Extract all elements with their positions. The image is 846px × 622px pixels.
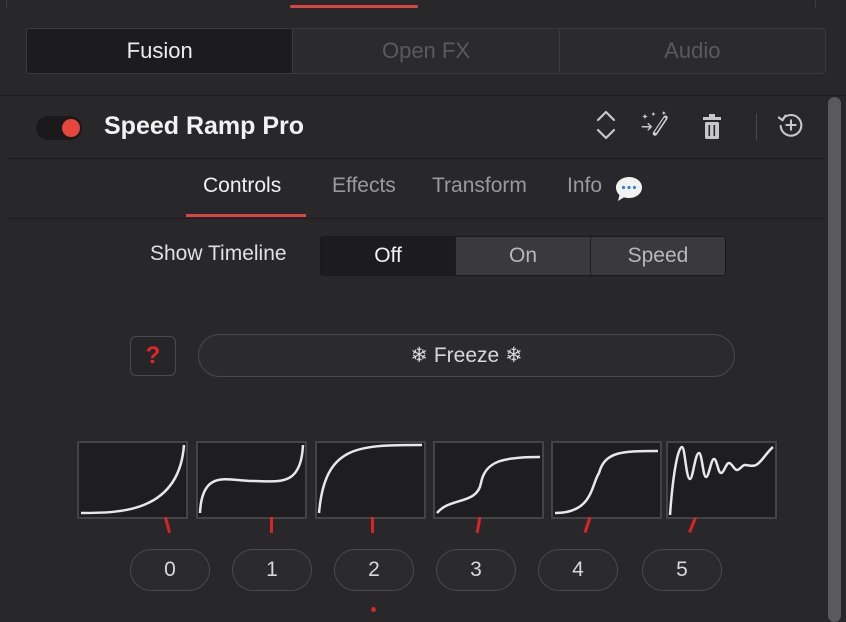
subtab-divider (6, 218, 824, 219)
tab-effects[interactable]: Effects (332, 174, 396, 198)
preset-button-5[interactable]: 5 (642, 549, 722, 591)
show-timeline-on[interactable]: On (455, 237, 590, 275)
up-down-chevron-icon[interactable] (591, 110, 621, 140)
show-timeline-segmented-control: Off On Speed (320, 236, 726, 276)
ease-curve-preset-2[interactable] (315, 441, 426, 519)
ease-curve-preset-3[interactable] (433, 441, 544, 519)
freeze-button[interactable]: ❄ Freeze ❄ (198, 334, 735, 377)
tab-fusion[interactable]: Fusion (27, 29, 293, 73)
help-button-label: ? (145, 342, 161, 369)
top-divider (6, 0, 7, 8)
tab-info[interactable]: Info (567, 174, 602, 198)
preset-button-0[interactable]: 0 (130, 549, 210, 591)
header-divider (6, 158, 824, 159)
header-separator (756, 114, 757, 140)
effect-category-tabs: Fusion Open FX Audio (26, 28, 826, 74)
ease-curve-preset-1[interactable] (196, 441, 307, 519)
speech-bubble-icon (614, 174, 644, 209)
preset-button-2[interactable]: 2 (334, 549, 414, 591)
help-button[interactable]: ? (130, 336, 176, 376)
trash-icon[interactable] (697, 112, 727, 142)
reset-icon[interactable] (776, 110, 806, 140)
tab-open-fx[interactable]: Open FX (292, 29, 558, 73)
active-subtab-underline (186, 214, 306, 217)
svg-text:✦: ✦ (642, 111, 649, 121)
ease-curve-preset-0[interactable] (77, 441, 188, 519)
ease-curve-preset-4[interactable] (551, 441, 662, 519)
svg-text:✦: ✦ (661, 110, 667, 118)
enable-toggle-knob (62, 119, 80, 137)
top-divider (815, 0, 816, 8)
ease-curve-preset-5[interactable] (666, 441, 777, 519)
magic-wand-icon[interactable]: ✦ ✦ ✦ (640, 108, 670, 138)
preset-button-4[interactable]: 4 (538, 549, 618, 591)
scrollbar-thumb[interactable] (828, 97, 841, 622)
top-strip (0, 0, 846, 8)
tab-audio[interactable]: Audio (558, 29, 825, 73)
show-timeline-off[interactable]: Off (321, 237, 455, 275)
preset-button-3[interactable]: 3 (436, 549, 516, 591)
svg-text:✦: ✦ (651, 110, 657, 118)
active-tab-indicator (290, 5, 418, 8)
freeze-button-label: ❄ Freeze ❄ (410, 344, 523, 367)
preset-button-1[interactable]: 1 (232, 549, 312, 591)
show-timeline-label: Show Timeline (150, 242, 287, 265)
tab-controls[interactable]: Controls (203, 174, 281, 198)
selected-preset-indicator (371, 607, 376, 612)
show-timeline-speed[interactable]: Speed (590, 237, 725, 275)
preset-marker (270, 517, 273, 533)
tab-transform[interactable]: Transform (432, 174, 527, 198)
preset-marker (371, 517, 374, 533)
plugin-title: Speed Ramp Pro (104, 112, 305, 140)
